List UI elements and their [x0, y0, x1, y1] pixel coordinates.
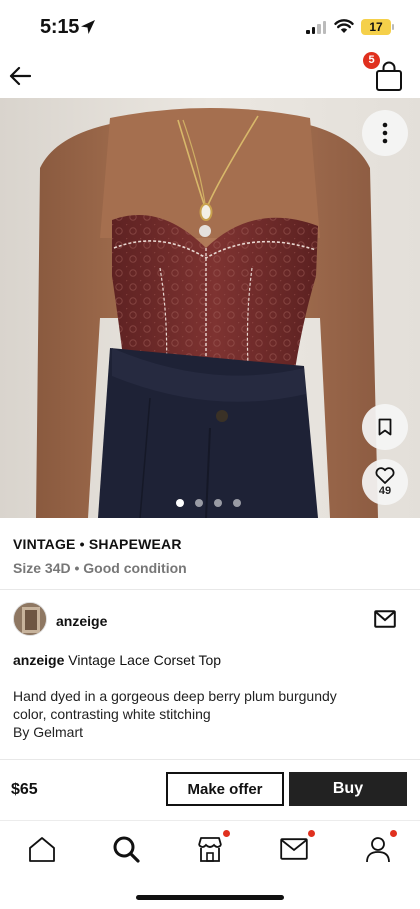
home-icon	[29, 837, 55, 862]
tab-bar	[0, 820, 420, 909]
title-text: Vintage Lace Corset Top	[68, 652, 222, 668]
divider	[0, 589, 420, 590]
shop-icon	[198, 837, 222, 862]
seller-name[interactable]: anzeige	[56, 613, 107, 629]
status-bar: 5:15 17	[0, 0, 420, 54]
home-indicator	[136, 895, 284, 900]
like-count: 49	[378, 485, 392, 497]
mail-icon	[374, 610, 396, 628]
battery-indicator: 17	[361, 19, 391, 35]
shop-notification-dot	[223, 830, 230, 837]
profile-icon	[366, 837, 390, 863]
inbox-notification-dot	[308, 830, 315, 837]
divider	[0, 759, 420, 760]
product-size-condition: Size 34D • Good condition	[13, 560, 187, 576]
tab-search[interactable]	[106, 829, 146, 869]
more-vertical-icon	[382, 122, 388, 144]
product-meta: VINTAGE • SHAPEWEAR Size 34D • Good cond…	[13, 536, 187, 576]
price: $65	[11, 781, 38, 798]
search-icon	[113, 836, 140, 863]
listing-description: Hand dyed in a gorgeous deep berry plum …	[13, 687, 403, 741]
heart-icon	[375, 467, 395, 484]
nav-bar	[0, 54, 420, 98]
description-line: By Gelmart	[13, 724, 84, 740]
cell-signal-icon	[306, 21, 326, 34]
message-seller-button[interactable]	[374, 610, 396, 628]
title-seller[interactable]: anzeige	[13, 652, 64, 668]
seller-avatar[interactable]	[13, 602, 47, 636]
like-button[interactable]: 49	[362, 459, 408, 505]
seller-row[interactable]: anzeige	[13, 602, 407, 638]
save-button[interactable]	[362, 404, 408, 450]
listing-title: anzeige Vintage Lace Corset Top	[13, 652, 221, 668]
description-line: color, contrasting white stitching	[13, 706, 211, 722]
tab-home[interactable]	[22, 829, 62, 869]
inbox-icon	[280, 838, 308, 860]
product-image[interactable]: 49	[0, 98, 420, 518]
avatar-image	[14, 603, 46, 635]
wifi-icon	[334, 19, 354, 33]
cart-count-badge: 5	[363, 52, 380, 69]
buy-button[interactable]: Buy	[289, 772, 407, 806]
description-line: Hand dyed in a gorgeous deep berry plum …	[13, 688, 337, 704]
pagination-dot[interactable]	[195, 499, 203, 507]
profile-notification-dot	[390, 830, 397, 837]
product-category[interactable]: VINTAGE • SHAPEWEAR	[13, 536, 187, 552]
more-options-button[interactable]	[362, 110, 408, 156]
back-arrow-icon	[9, 66, 31, 86]
bookmark-icon	[378, 418, 392, 436]
pagination-dot[interactable]	[214, 499, 222, 507]
back-button[interactable]	[6, 62, 34, 90]
status-time: 5:15	[40, 16, 80, 38]
product-photo	[0, 98, 420, 518]
battery-tip	[392, 24, 394, 30]
image-pagination-dots	[176, 499, 241, 507]
pagination-dot[interactable]	[233, 499, 241, 507]
pagination-dot[interactable]	[176, 499, 184, 507]
make-offer-button[interactable]: Make offer	[166, 772, 284, 806]
location-arrow-icon	[81, 20, 95, 34]
